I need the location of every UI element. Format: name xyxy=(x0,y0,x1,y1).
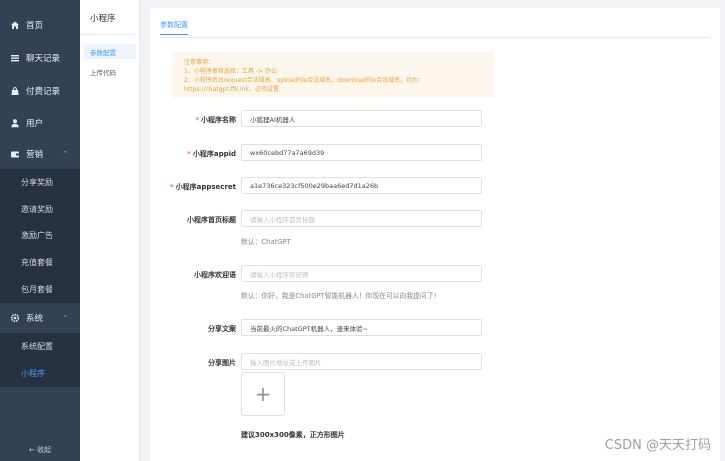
label-text: 小程序appid xyxy=(192,150,236,158)
secondary-nav-title: 小程序 xyxy=(90,14,116,24)
tab-bar: 参数配置 xyxy=(160,16,710,38)
chevron-up-icon: ⌃ xyxy=(62,314,68,322)
notice-line: https://chatgpt.ffk.ink，必须设置 xyxy=(184,86,279,93)
notice-line: 2、小程序后台request合法域名、uploadFile合法域名、downlo… xyxy=(184,77,425,84)
notice-line: 1、小程序类目选择：工具 -> 办公 xyxy=(184,68,277,75)
welcome-input[interactable]: 请输入小程序欢迎语 xyxy=(241,265,482,282)
miniprogram-name-label: * 小程序名称 xyxy=(195,115,236,125)
home-title-input[interactable]: 请输入小程序首页标题 xyxy=(241,210,482,227)
miniprogram-name-input[interactable]: 小狐狸AI机器人 xyxy=(241,110,482,127)
watermark: CSDN @天天打码 xyxy=(604,438,711,453)
sidebar-subitem-label: 充值套餐 xyxy=(21,258,53,267)
welcome-hint: 默认：你好，我是ChatGPT智能机器人！你现在可以向我提问了！ xyxy=(241,292,441,300)
sidebar-item-label: 聊天记录 xyxy=(26,54,61,64)
gear-icon xyxy=(9,313,20,324)
tab-parameter-config[interactable]: 参数配置 xyxy=(160,20,188,35)
sidebar-item-home[interactable]: 首页 xyxy=(0,10,80,40)
required-asterisk: * xyxy=(195,116,199,124)
subnav-link-label: 参数配置 xyxy=(90,48,116,57)
sidebar-item-label: 营销 xyxy=(26,150,44,160)
appid-input[interactable]: wx60cebd77a7a69d39 xyxy=(241,144,482,161)
appid-label: * 小程序appid xyxy=(187,149,236,159)
sidebar-item-label: 系统 xyxy=(26,314,44,324)
sidebar-item-chat-records[interactable]: 聊天记录 xyxy=(0,43,80,73)
home-icon xyxy=(9,20,20,31)
notice-line: 注意事项： xyxy=(184,59,215,66)
sidebar-subitem-share-reward[interactable]: 分享奖励 xyxy=(0,169,80,196)
sidebar-subitem-label: 包月套餐 xyxy=(21,285,53,294)
plus-icon: + xyxy=(254,382,272,406)
share-text-label: 分享文案 xyxy=(208,325,236,333)
share-image-label: 分享图片 xyxy=(208,359,236,367)
image-size-note: 建议300x300像素，正方形图片 xyxy=(241,431,345,439)
sidebar-subitem-label: 分享奖励 xyxy=(21,178,53,187)
collapse-sidebar-button[interactable]: ← 收起 xyxy=(0,445,80,455)
appsecret-input[interactable]: a1e736ce323cf500e29baa6ed7d1a26b xyxy=(241,177,482,194)
sidebar-subitem-label: 邀请奖励 xyxy=(21,205,53,214)
sidebar-subitem-label: 小程序 xyxy=(21,369,45,378)
required-asterisk: * xyxy=(187,150,191,158)
sidebar-subitem-system-config[interactable]: 系统配置 xyxy=(0,333,80,360)
user-icon xyxy=(9,118,20,129)
main-card: 参数配置 注意事项： 1、小程序类目选择：工具 -> 办公 2、小程序后台req… xyxy=(150,8,720,461)
sidebar-item-label: 首页 xyxy=(26,21,44,31)
sidebar-subitem-label: 激励广告 xyxy=(21,231,53,240)
sidebar-item-marketing[interactable]: 营销 ⌃ xyxy=(0,139,80,169)
sidebar-item-label: 用户 xyxy=(26,119,44,129)
sidebar-subitem-recharge-plan[interactable]: 充值套餐 xyxy=(0,249,80,276)
bag-icon xyxy=(9,86,20,97)
home-title-label: 小程序首页标题 xyxy=(187,216,236,224)
sidebar-subitem-monthly-plan[interactable]: 包月套餐 xyxy=(0,276,80,303)
label-text: 小程序名称 xyxy=(201,116,236,124)
secondary-nav: 小程序 参数配置 上传代码 xyxy=(80,0,140,461)
appsecret-label: * 小程序appsecret xyxy=(170,182,236,192)
share-image-input[interactable]: 输入图片地址或上传图片 xyxy=(241,353,482,370)
sidebar-item-users[interactable]: 用户 xyxy=(0,108,80,138)
sidebar-subitem-ad-reward[interactable]: 激励广告 xyxy=(0,222,80,249)
sidebar-subitem-miniprogram[interactable]: 小程序 xyxy=(0,360,80,387)
welcome-label: 小程序欢迎语 xyxy=(194,271,236,279)
sidebar-item-payment-records[interactable]: 付费记录 xyxy=(0,76,80,106)
image-upload-button[interactable]: + xyxy=(241,372,285,416)
sidebar-subitem-invite-reward[interactable]: 邀请奖励 xyxy=(0,196,80,223)
subnav-link-parameter-config[interactable]: 参数配置 xyxy=(84,44,136,59)
subnav-link-upload-code[interactable]: 上传代码 xyxy=(84,64,136,79)
sidebar-item-system[interactable]: 系统 ⌃ xyxy=(0,303,80,333)
list-icon xyxy=(9,53,20,64)
subnav-link-label: 上传代码 xyxy=(90,68,116,77)
chevron-up-icon: ⌃ xyxy=(62,150,68,158)
wallet-icon xyxy=(9,149,20,160)
label-text: 小程序appsecret xyxy=(175,183,236,191)
required-asterisk: * xyxy=(169,183,174,191)
notice-box: 注意事项： 1、小程序类目选择：工具 -> 办公 2、小程序后台request合… xyxy=(172,52,494,98)
sidebar: 首页 聊天记录 付费记录 用户 营销 ⌃ 分享奖励 邀请奖励 激励广告 充值套餐… xyxy=(0,0,80,461)
share-text-input[interactable]: 当前最火的ChatGPT机器人，速来体验~ xyxy=(241,319,482,336)
home-title-hint: 默认：ChatGPT xyxy=(241,238,291,246)
sidebar-subitem-label: 系统配置 xyxy=(21,342,53,351)
divider xyxy=(80,34,139,35)
sidebar-item-label: 付费记录 xyxy=(26,87,61,97)
